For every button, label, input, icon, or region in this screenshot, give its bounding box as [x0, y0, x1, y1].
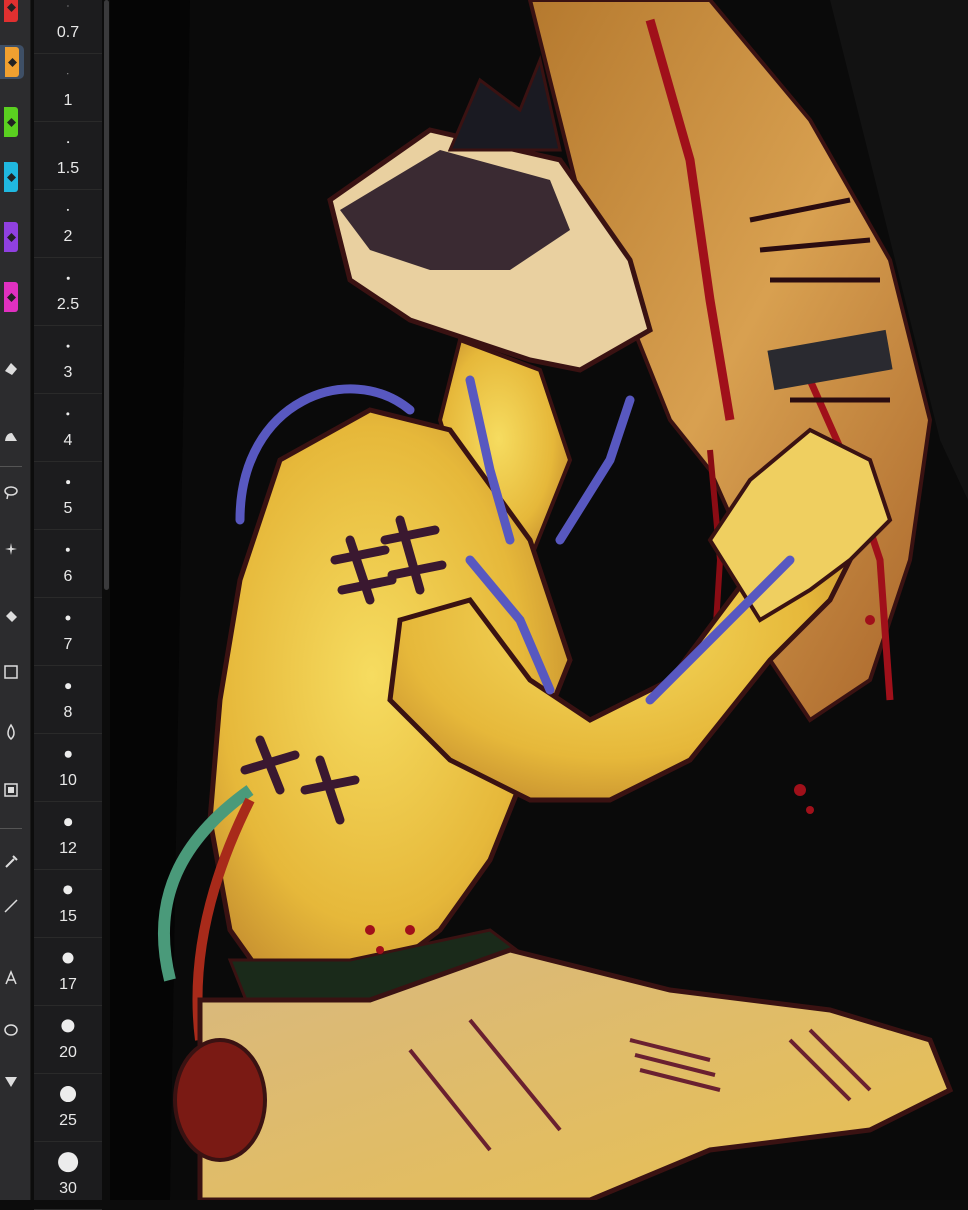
brush-swatch — [4, 107, 18, 137]
cyan-brush-tool[interactable] — [0, 160, 22, 194]
brush-size-label: 15 — [59, 908, 77, 925]
orange-brush-tool[interactable] — [0, 45, 24, 79]
brush-size-preview-dot — [60, 1086, 76, 1102]
brush-size-scrollbar[interactable] — [104, 0, 109, 590]
rectangle-icon[interactable] — [0, 655, 22, 689]
brush-size-label: 6 — [63, 568, 73, 585]
brush-size-label: 3 — [63, 364, 73, 381]
brush-size-preview-dot — [63, 885, 73, 895]
toolbar-divider — [0, 828, 22, 829]
brush-size-option[interactable]: 5 — [34, 462, 102, 530]
hair — [447, 54, 562, 152]
ellipse-icon[interactable] — [0, 1013, 22, 1047]
brush-size-label: 1.5 — [56, 160, 80, 177]
magenta-brush-tool[interactable] — [0, 280, 22, 314]
brush-size-preview-dot — [66, 276, 70, 280]
smudge-icon[interactable] — [0, 419, 22, 453]
artwork — [110, 0, 968, 1200]
brush-size-preview-dot — [66, 480, 70, 484]
brush-swatch — [4, 222, 18, 252]
canvas-edge-left — [110, 0, 190, 1200]
brush-size-label: 25 — [59, 1112, 77, 1129]
brush-size-preview-dot — [67, 5, 69, 7]
brush-size-preview-dot — [65, 547, 71, 553]
lasso-icon[interactable] — [0, 475, 22, 509]
brush-swatch — [4, 0, 18, 22]
text-icon[interactable] — [0, 961, 22, 995]
brush-size-preview-dot — [65, 615, 71, 621]
brush-size-label: 2.5 — [56, 296, 80, 313]
brush-size-panel: 0.7 1 1.5 2 2.5 3 4 5 6 7 8 10 12 15 17 20 25 30 — [34, 0, 102, 1210]
magic-wand-icon[interactable] — [0, 533, 22, 567]
eyedropper-icon[interactable] — [0, 845, 22, 879]
brush-size-preview-dot — [67, 141, 69, 143]
drawing-canvas[interactable] — [110, 0, 968, 1200]
brush-size-label: 2 — [63, 228, 73, 245]
brush-size-preview-dot — [61, 1019, 75, 1033]
tool-sidebar — [0, 0, 31, 1200]
brush-size-option[interactable]: 10 — [34, 734, 102, 802]
arrow-icon[interactable] — [0, 1065, 22, 1099]
brush-size-preview-dot — [58, 1152, 78, 1172]
brush-size-option[interactable]: 3 — [34, 326, 102, 394]
brush-size-label: 5 — [63, 500, 73, 517]
brush-size-preview-dot — [66, 344, 70, 348]
purple-brush-tool[interactable] — [0, 220, 22, 254]
line-icon[interactable] — [0, 889, 22, 923]
brush-size-preview-dot — [65, 683, 71, 689]
brush-size-label: 4 — [63, 432, 73, 449]
transform-icon[interactable] — [0, 773, 22, 807]
eraser-icon[interactable] — [0, 351, 22, 385]
brush-size-label: 0.7 — [56, 24, 80, 41]
brush-swatch — [4, 282, 18, 312]
brush-size-label: 8 — [63, 704, 73, 721]
brush-size-preview-dot — [67, 73, 69, 75]
brush-size-option[interactable]: 1.5 — [34, 122, 102, 190]
brush-size-option[interactable]: 6 — [34, 530, 102, 598]
brush-size-label: 7 — [63, 636, 73, 653]
blur-icon[interactable] — [0, 715, 22, 749]
brush-size-preview-dot — [62, 952, 74, 964]
brush-size-option[interactable]: 1 — [34, 54, 102, 122]
brush-size-preview-dot — [66, 412, 70, 416]
brush-size-label: 1 — [63, 92, 73, 109]
brush-swatch — [4, 162, 18, 192]
brush-size-option[interactable]: 20 — [34, 1006, 102, 1074]
brush-size-option[interactable]: 4 — [34, 394, 102, 462]
brush-size-label: 10 — [59, 772, 77, 789]
red-brush-tool[interactable] — [0, 0, 22, 24]
brush-size-label: 17 — [59, 976, 77, 993]
brush-size-label: 30 — [59, 1180, 77, 1197]
green-brush-tool[interactable] — [0, 105, 22, 139]
brush-size-option[interactable]: 2.5 — [34, 258, 102, 326]
brush-size-preview-dot — [64, 818, 72, 826]
brush-size-label: 20 — [59, 1044, 77, 1061]
brush-size-option[interactable]: 25 — [34, 1074, 102, 1142]
brush-size-option[interactable]: 12 — [34, 802, 102, 870]
brush-size-preview-dot — [64, 750, 72, 758]
brush-size-option[interactable]: 17 — [34, 938, 102, 1006]
flask — [173, 1038, 267, 1162]
brush-swatch — [5, 47, 19, 77]
brush-size-option[interactable]: 15 — [34, 870, 102, 938]
toolbar-divider — [0, 466, 22, 467]
brush-size-option[interactable]: 7 — [34, 598, 102, 666]
brush-size-label: 12 — [59, 840, 77, 857]
brush-size-option[interactable]: 2 — [34, 190, 102, 258]
brush-size-preview-dot — [66, 208, 70, 212]
brush-size-option[interactable]: 8 — [34, 666, 102, 734]
brush-size-option[interactable]: 0.7 — [34, 0, 102, 54]
fill-icon[interactable] — [0, 599, 22, 633]
